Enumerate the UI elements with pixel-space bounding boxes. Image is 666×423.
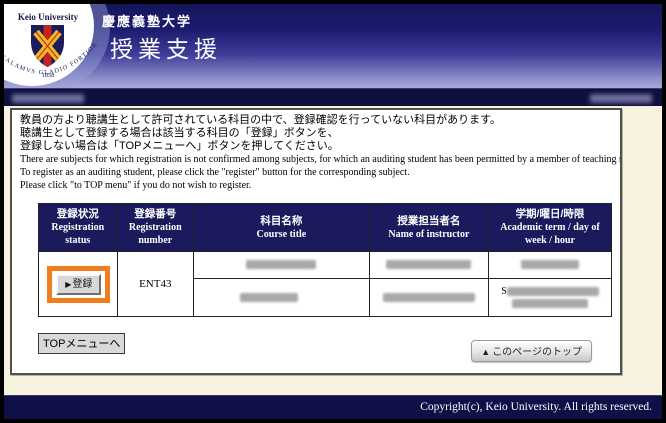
instructor-en-cell [369, 279, 488, 317]
triangle-right-icon: ▶ [65, 280, 71, 289]
redacted-datetime [590, 94, 652, 103]
table-header-row: 登録状況 Registration status 登録番号 Registrati… [39, 204, 612, 252]
redacted-course-title-jp [246, 260, 316, 269]
page-title: 授業支援 [110, 30, 222, 64]
course-title-jp-cell [193, 252, 369, 279]
col-course-title: 科目名称 Course title [193, 204, 369, 252]
redacted-course-title-en [240, 293, 298, 302]
triangle-up-icon: ▲ [481, 347, 490, 357]
instructor-jp-cell [369, 252, 488, 279]
main-area: 教員の方より聴講生として許可されている科目の中で、登録確認を行っていない科目があ… [4, 106, 662, 395]
user-info-bar [4, 88, 662, 106]
page-top-label: このページのトップ [492, 347, 582, 358]
term-visible-prefix: S [501, 286, 507, 297]
instruction-en-3: Please click "to TOP menu" if you do not… [20, 179, 612, 192]
register-button-label: 登録 [72, 279, 92, 290]
copyright-text: Copyright(c), Keio University. All right… [420, 401, 652, 413]
term-en-cell: S [488, 279, 611, 317]
logo-university-text: Keio University [18, 12, 79, 22]
redacted-term-en-line2 [512, 299, 588, 308]
redacted-instructor-en [383, 293, 475, 302]
highlight-orange-box: ▶登録 [47, 266, 110, 303]
organization-name: 慶應義塾大学 [102, 11, 192, 30]
redacted-user-name [12, 94, 84, 103]
registration-status-cell: ▶登録 [39, 252, 118, 317]
col-jp: 登録状況 [57, 208, 99, 220]
instruction-en-2: To register as an auditing student, plea… [20, 166, 612, 179]
register-button[interactable]: ▶登録 [56, 274, 101, 295]
col-jp: 科目名称 [260, 215, 302, 227]
instruction-jp-3: 登録しない場合は「TOPメニューへ」ボタンを押してください。 [20, 140, 612, 153]
col-jp: 学期/曜日/時限 [516, 208, 585, 220]
page: Keio University 1858 CALAMVS GLADIO FORT… [0, 0, 666, 423]
col-registration-status: 登録状況 Registration status [39, 204, 118, 252]
col-en: Course title [196, 228, 367, 241]
footer-bar: Copyright(c), Keio University. All right… [4, 395, 662, 419]
header-banner: Keio University 1858 CALAMVS GLADIO FORT… [4, 4, 662, 88]
registration-table: 登録状況 Registration status 登録番号 Registrati… [38, 203, 612, 317]
registration-number-cell: ENT43 [117, 252, 193, 317]
col-en: Academic term / day of week / hour [491, 221, 609, 247]
col-en: Registration status [41, 221, 115, 247]
page-top-button[interactable]: ▲このページのトップ [471, 340, 592, 362]
col-term-day-hour: 学期/曜日/時限 Academic term / day of week / h… [488, 204, 611, 252]
col-jp: 授業担当者名 [397, 215, 460, 227]
redacted-term-en-line1 [507, 287, 599, 296]
instruction-en-1: There are subjects for which registratio… [20, 153, 612, 166]
col-en: Name of instructor [372, 228, 486, 241]
course-title-en-cell [193, 279, 369, 317]
instruction-jp-1: 教員の方より聴講生として許可されている科目の中で、登録確認を行っていない科目があ… [20, 114, 612, 127]
instruction-jp-2: 聴講生として登録する場合は該当する科目の「登録」ボタンを、 [20, 127, 612, 140]
col-registration-number: 登録番号 Registration number [117, 204, 193, 252]
col-instructor-name: 授業担当者名 Name of instructor [369, 204, 488, 252]
redacted-instructor-jp [386, 260, 471, 269]
redacted-term-jp [521, 260, 579, 269]
col-jp: 登録番号 [134, 208, 176, 220]
term-jp-cell [488, 252, 611, 279]
content-box: 教員の方より聴講生として許可されている科目の中で、登録確認を行っていない科目があ… [10, 108, 622, 375]
top-menu-button[interactable]: TOPメニューへ [38, 333, 125, 354]
table-row: ▶登録 ENT43 [39, 252, 612, 279]
col-en: Registration number [120, 221, 191, 247]
